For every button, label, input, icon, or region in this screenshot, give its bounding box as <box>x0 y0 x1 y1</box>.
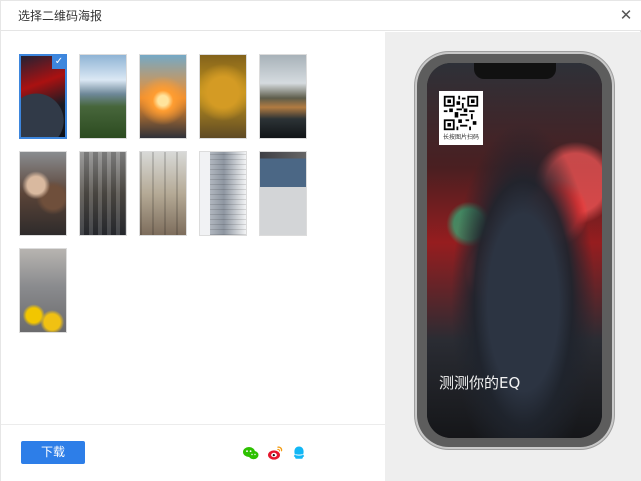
thumbnail-lake-forest[interactable] <box>259 54 307 139</box>
thumbnail-city-traffic[interactable] <box>19 248 67 333</box>
qr-code-card: 长按图片扫码 <box>439 91 483 145</box>
wechat-icon[interactable] <box>242 444 260 462</box>
thumbnail-autumn-tree[interactable] <box>199 54 247 139</box>
dialog-title: 选择二维码海报 <box>18 9 103 23</box>
qq-icon[interactable] <box>290 444 308 462</box>
thumbnail-umbrella-city[interactable]: ✓ <box>19 54 67 139</box>
thumbnail-desk-monitor[interactable] <box>259 151 307 236</box>
close-icon[interactable]: ✕ <box>617 6 635 24</box>
thumbnail-mountain-valley[interactable] <box>79 54 127 139</box>
phone-notch <box>474 63 556 79</box>
poster-picker: ✓ 下载 <box>1 32 385 481</box>
qr-code-label: 长按图片扫码 <box>442 134 479 141</box>
qr-code-icon <box>442 94 480 132</box>
thumbnail-skyscraper[interactable] <box>199 151 247 236</box>
poster-title: 测测你的EQ <box>439 374 521 392</box>
poster-preview-panel: 长按图片扫码 测测你的EQ <box>385 32 641 481</box>
thumbnail-restaurant-hall[interactable] <box>139 151 187 236</box>
thumbnail-cafe-interior[interactable] <box>79 151 127 236</box>
footer-divider <box>1 424 385 425</box>
selected-check-icon: ✓ <box>52 56 65 69</box>
dialog-header: 选择二维码海报 ✕ <box>1 1 641 31</box>
thumbnail-sunset-clouds[interactable] <box>139 54 187 139</box>
thumbnail-people-laughing[interactable] <box>19 151 67 236</box>
phone-mockup: 长按图片扫码 测测你的EQ <box>417 54 612 447</box>
download-button[interactable]: 下载 <box>21 441 85 464</box>
weibo-icon[interactable] <box>266 444 284 462</box>
poster-dialog: 选择二维码海报 ✕ ✓ 下载 长按图片扫码 测测你的EQ <box>0 0 641 481</box>
phone-screen: 长按图片扫码 测测你的EQ <box>427 63 602 438</box>
